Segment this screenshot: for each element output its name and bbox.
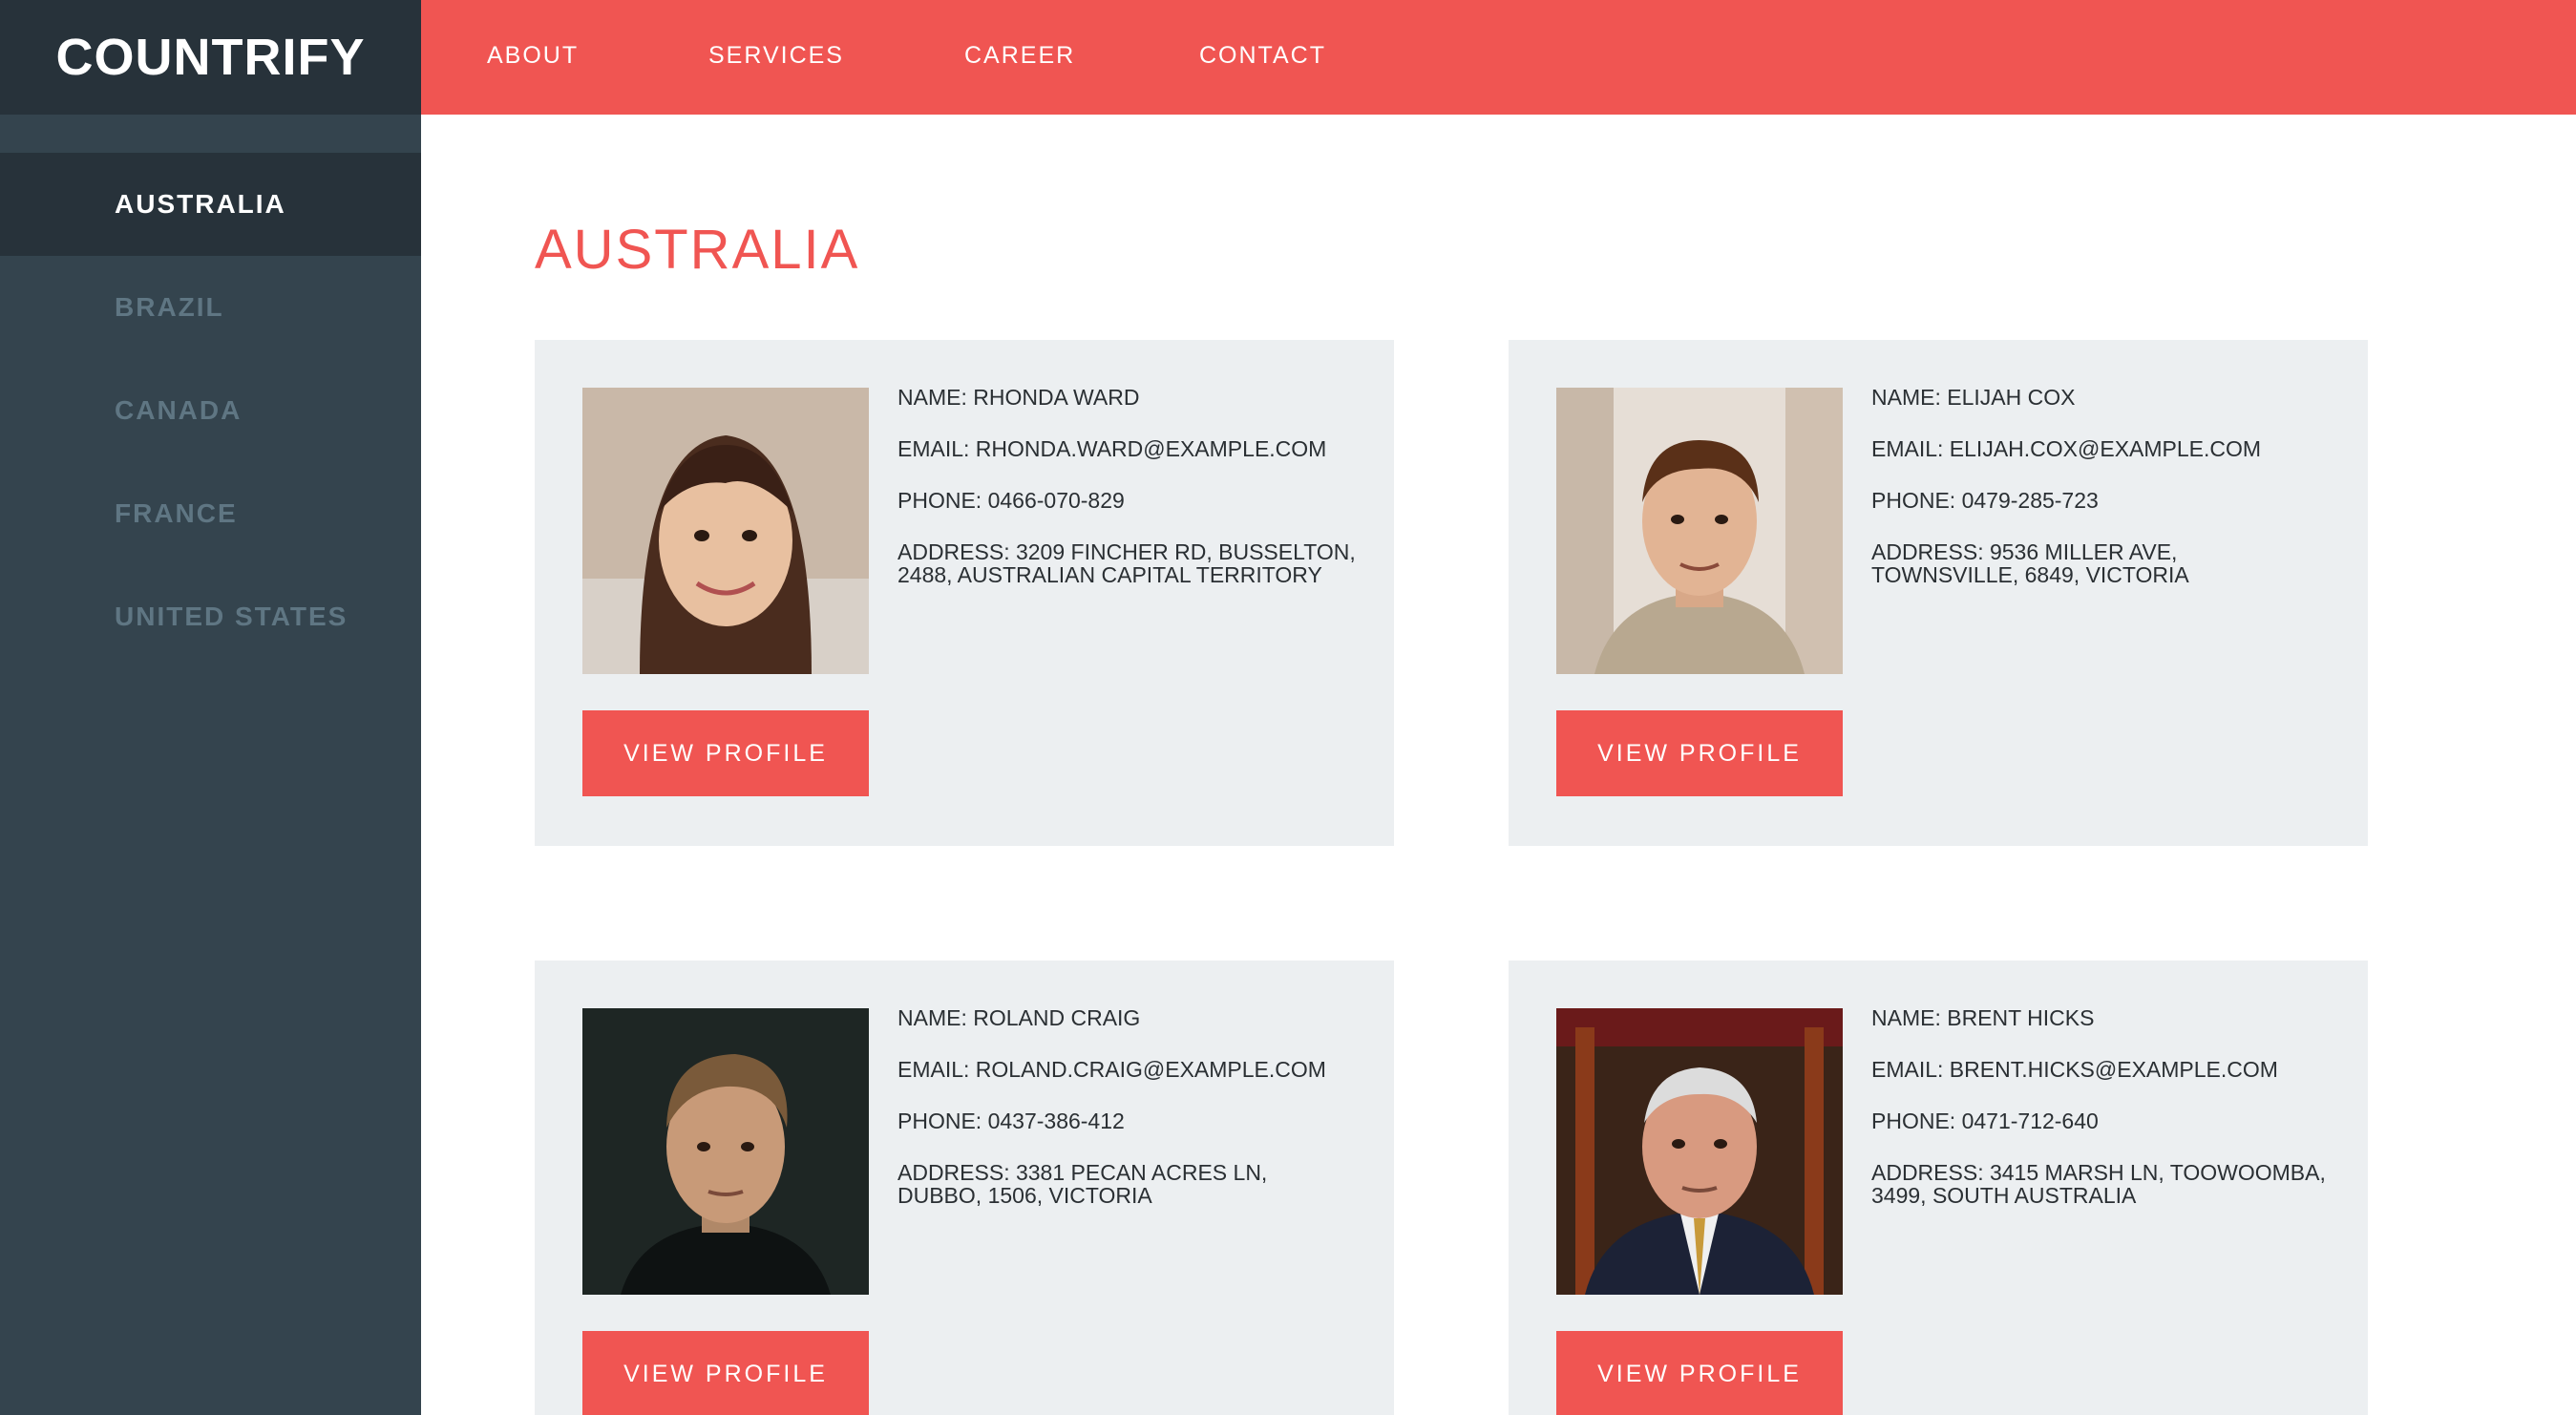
- profile-card: NAME: ELIJAH COX EMAIL: ELIJAH.COX@EXAMP…: [1509, 340, 2368, 846]
- profile-card: NAME: RHONDA WARD EMAIL: RHONDA.WARD@EXA…: [535, 340, 1394, 846]
- profile-phone: PHONE: 0479-285-723: [1871, 488, 2099, 513]
- profile-name: NAME: ROLAND CRAIG: [897, 1005, 1141, 1030]
- person-photo-icon: [1556, 388, 1843, 674]
- logo-area[interactable]: COUNTRIFY: [0, 0, 421, 115]
- profile-email: EMAIL: ROLAND.CRAIG@EXAMPLE.COM: [897, 1057, 1326, 1082]
- profile-phone: PHONE: 0471-712-640: [1871, 1109, 2099, 1133]
- profile-card: NAME: ROLAND CRAIG EMAIL: ROLAND.CRAIG@E…: [535, 961, 1394, 1415]
- profile-address: ADDRESS: 3381 PECAN ACRES LN, DUBBO, 150…: [897, 1160, 1268, 1208]
- view-profile-button[interactable]: VIEW PROFILE: [582, 1331, 869, 1415]
- profile-phone: PHONE: 0466-070-829: [897, 488, 1125, 513]
- view-profile-button[interactable]: VIEW PROFILE: [582, 710, 869, 796]
- profile-photo: [1556, 388, 1843, 674]
- person-photo-icon: [582, 1008, 869, 1295]
- profile-info: NAME: BRENT HICKS EMAIL: BRENT.HICKS@EXA…: [1871, 1006, 2330, 1235]
- profile-info: NAME: ELIJAH COX EMAIL: ELIJAH.COX@EXAMP…: [1871, 386, 2330, 615]
- sidebar-item-australia[interactable]: AUSTRALIA: [0, 153, 421, 256]
- nav-link-services[interactable]: SERVICES: [708, 42, 844, 70]
- view-profile-button[interactable]: VIEW PROFILE: [1556, 710, 1843, 796]
- profile-name: NAME: RHONDA WARD: [897, 385, 1140, 410]
- profile-phone: PHONE: 0437-386-412: [897, 1109, 1125, 1133]
- profile-email: EMAIL: RHONDA.WARD@EXAMPLE.COM: [897, 436, 1327, 461]
- page-title: AUSTRALIA: [535, 219, 860, 281]
- profile-address: ADDRESS: 9536 MILLER AVE, TOWNSVILLE, 68…: [1871, 539, 2189, 587]
- profile-photo: [582, 388, 869, 674]
- person-photo-icon: [1556, 1008, 1843, 1295]
- view-profile-button[interactable]: VIEW PROFILE: [1556, 1331, 1843, 1415]
- sidebar-item-brazil[interactable]: BRAZIL: [0, 256, 421, 359]
- profile-info: NAME: ROLAND CRAIG EMAIL: ROLAND.CRAIG@E…: [897, 1006, 1356, 1235]
- profile-address: ADDRESS: 3209 FINCHER RD, BUSSELTON, 248…: [897, 539, 1356, 587]
- country-nav: AUSTRALIA BRAZIL CANADA FRANCE UNITED ST…: [0, 153, 421, 668]
- profile-address: ADDRESS: 3415 MARSH LN, TOOWOOMBA, 3499,…: [1871, 1160, 2326, 1208]
- top-nav-bar: ABOUT SERVICES CAREER CONTACT: [421, 0, 2576, 115]
- sidebar-item-canada[interactable]: CANADA: [0, 359, 421, 462]
- profile-info: NAME: RHONDA WARD EMAIL: RHONDA.WARD@EXA…: [897, 386, 1356, 615]
- sidebar-item-france[interactable]: FRANCE: [0, 462, 421, 565]
- sidebar: COUNTRIFY AUSTRALIA BRAZIL CANADA FRANCE…: [0, 0, 421, 1415]
- person-photo-icon: [582, 388, 869, 674]
- profile-photo: [582, 1008, 869, 1295]
- logo: COUNTRIFY: [55, 29, 366, 86]
- profile-email: EMAIL: BRENT.HICKS@EXAMPLE.COM: [1871, 1057, 2278, 1082]
- profile-email: EMAIL: ELIJAH.COX@EXAMPLE.COM: [1871, 436, 2262, 461]
- nav-link-contact[interactable]: CONTACT: [1199, 42, 1326, 70]
- nav-link-career[interactable]: CAREER: [964, 42, 1075, 70]
- profile-photo: [1556, 1008, 1843, 1295]
- profile-name: NAME: BRENT HICKS: [1871, 1005, 2095, 1030]
- profile-card: NAME: BRENT HICKS EMAIL: BRENT.HICKS@EXA…: [1509, 961, 2368, 1415]
- sidebar-item-united-states[interactable]: UNITED STATES: [0, 565, 421, 668]
- nav-link-about[interactable]: ABOUT: [487, 42, 579, 70]
- profile-name: NAME: ELIJAH COX: [1871, 385, 2076, 410]
